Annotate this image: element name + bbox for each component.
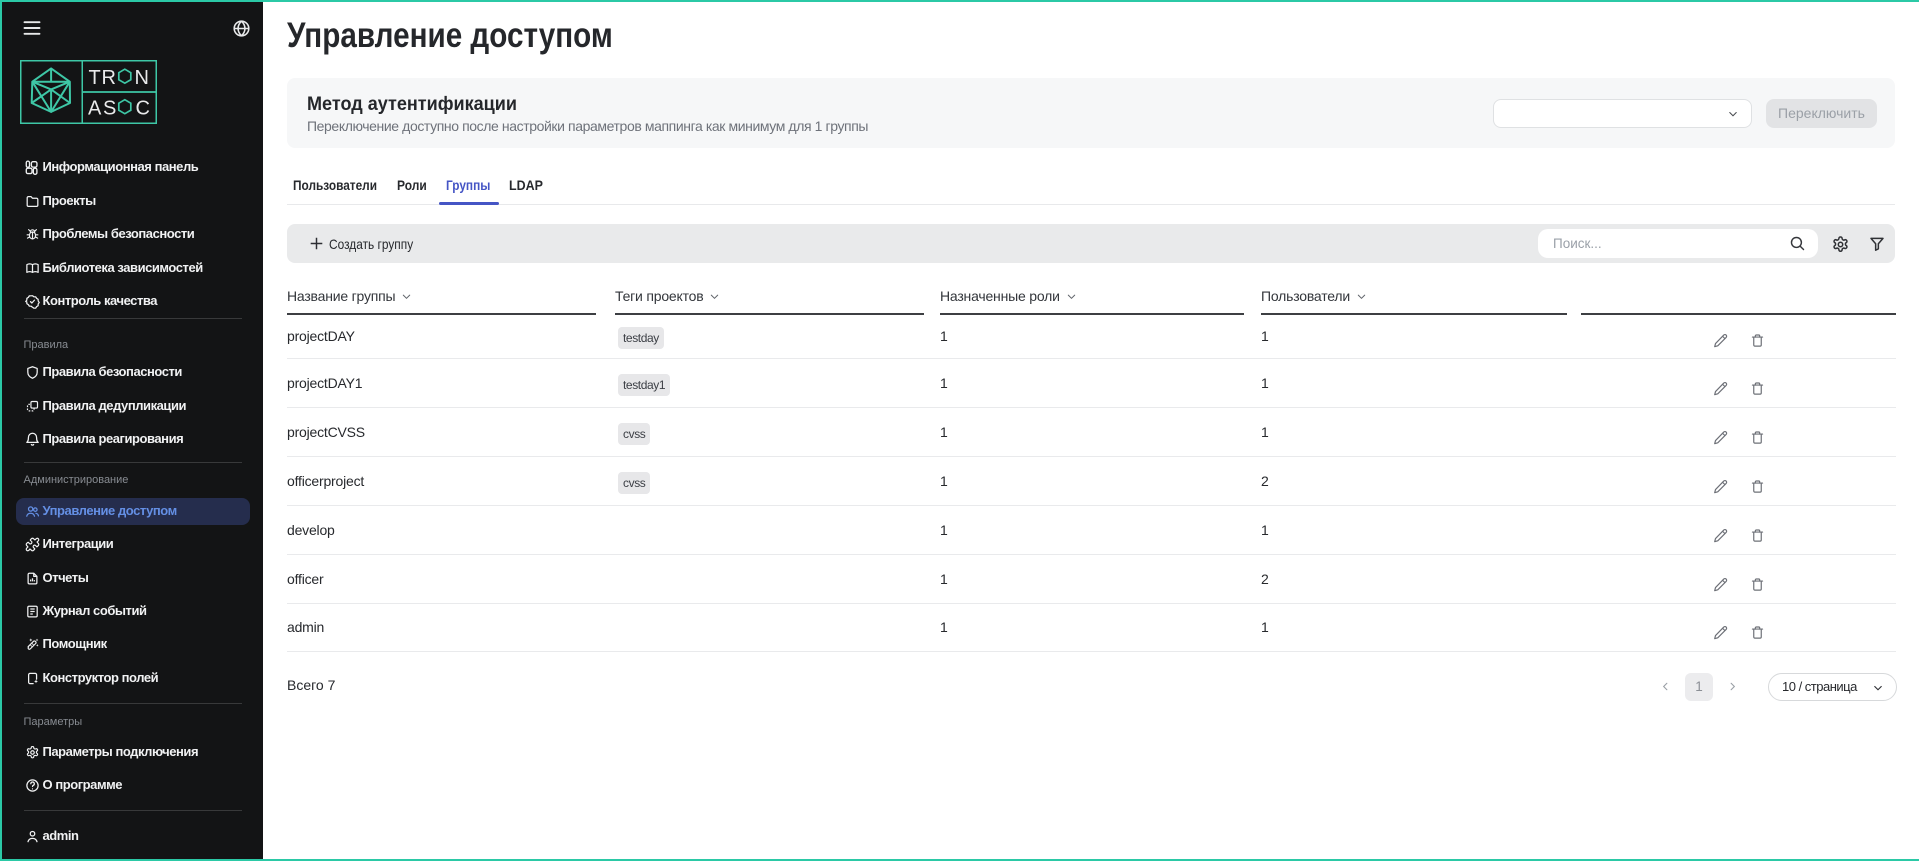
svg-text:C: C: [136, 98, 150, 120]
svg-text:R: R: [102, 67, 116, 89]
svg-text:N: N: [135, 67, 149, 89]
svg-text:S: S: [103, 98, 116, 120]
svg-text:T: T: [89, 67, 101, 89]
svg-text:A: A: [88, 98, 102, 120]
